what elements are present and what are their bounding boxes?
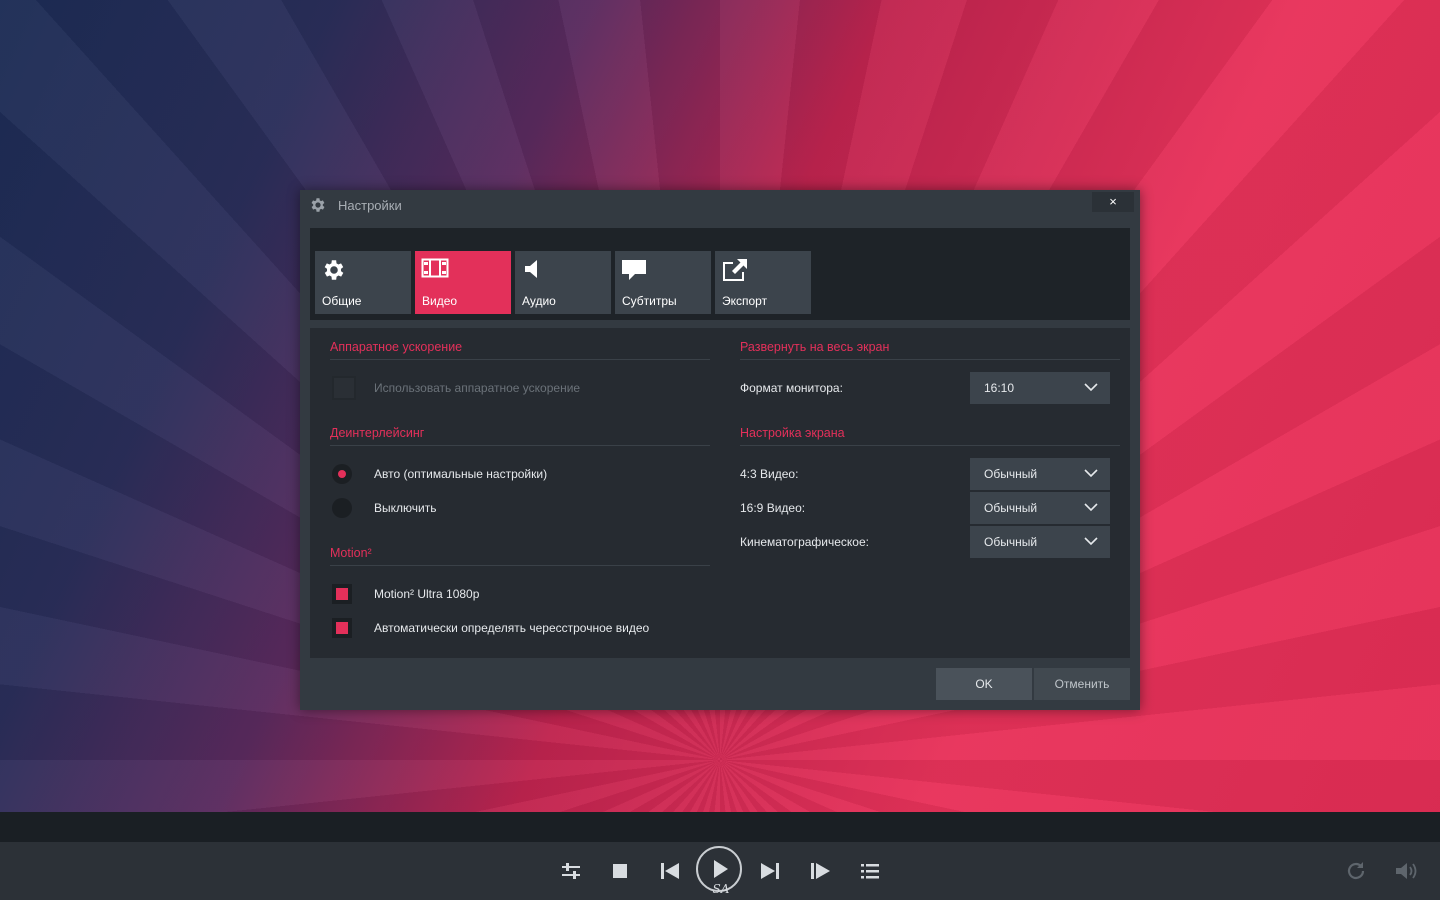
video-169-label: 16:9 Видео: bbox=[740, 501, 806, 515]
repeat-icon[interactable] bbox=[1343, 858, 1369, 884]
monitor-format-label: Формат монитора: bbox=[740, 381, 843, 395]
auto-interlace-checkbox[interactable] bbox=[332, 618, 352, 638]
dialog-title: Настройки bbox=[338, 198, 402, 213]
divider bbox=[740, 445, 1120, 446]
next-icon[interactable] bbox=[757, 858, 783, 884]
select-value: Обычный bbox=[984, 535, 1038, 549]
video-43-label: 4:3 Видео: bbox=[740, 467, 799, 481]
cinematic-select[interactable]: Обычный bbox=[970, 526, 1110, 558]
screen-setup-section-title: Настройка экрана bbox=[740, 426, 845, 440]
fullscreen-section-title: Развернуть на весь экран bbox=[740, 340, 890, 354]
chevron-down-icon bbox=[1084, 537, 1098, 546]
film-icon bbox=[421, 257, 449, 281]
chevron-down-icon bbox=[1084, 383, 1098, 392]
motion-section-title: Motion² bbox=[330, 546, 372, 560]
hw-accel-label: Использовать аппаратное ускорение bbox=[374, 381, 581, 395]
deint-auto-label: Авто (оптимальные настройки) bbox=[374, 467, 548, 481]
motion-ultra-label: Motion² Ultra 1080p bbox=[374, 587, 480, 601]
settings-dialog: Настройки × Общие Видео Аудио Субтитры Э… bbox=[300, 190, 1140, 710]
tab-label: Субтитры bbox=[622, 294, 677, 308]
frame-step-icon[interactable] bbox=[807, 858, 833, 884]
speech-bubble-icon bbox=[621, 257, 647, 281]
export-icon bbox=[721, 257, 747, 281]
play-button[interactable]: SA bbox=[696, 846, 742, 896]
settings-tabbar: Общие Видео Аудио Субтитры Экспорт bbox=[310, 228, 1130, 320]
tab-label: Экспорт bbox=[722, 294, 768, 308]
hw-accel-checkbox[interactable] bbox=[332, 376, 356, 400]
tab-label: Общие bbox=[322, 294, 362, 308]
divider bbox=[330, 565, 710, 566]
divider bbox=[330, 359, 710, 360]
deint-off-radio[interactable] bbox=[332, 498, 352, 518]
auto-interlace-label: Автоматически определять чересстрочное в… bbox=[374, 621, 650, 635]
deinterlacing-section-title: Деинтерлейсинг bbox=[330, 426, 425, 440]
video-43-select[interactable]: Обычный bbox=[970, 458, 1110, 490]
chevron-down-icon bbox=[1084, 469, 1098, 478]
cancel-button[interactable]: Отменить bbox=[1034, 668, 1130, 700]
ok-button[interactable]: OK bbox=[936, 668, 1032, 700]
tab-audio[interactable]: Аудио bbox=[515, 251, 611, 314]
divider bbox=[740, 359, 1120, 360]
deint-off-label: Выключить bbox=[374, 501, 437, 515]
tab-subtitles[interactable]: Субтитры bbox=[615, 251, 711, 314]
motion-ultra-checkbox[interactable] bbox=[332, 584, 352, 604]
seek-bar[interactable] bbox=[0, 812, 1440, 842]
gear-icon bbox=[309, 196, 327, 214]
close-button[interactable]: × bbox=[1092, 192, 1134, 212]
cinematic-label: Кинематографическое: bbox=[740, 535, 869, 549]
volume-icon[interactable] bbox=[1393, 858, 1419, 884]
tab-video[interactable]: Видео bbox=[415, 251, 511, 314]
gear-icon bbox=[321, 257, 347, 281]
select-value: 16:10 bbox=[984, 381, 1015, 395]
divider bbox=[330, 445, 710, 446]
equalizer-icon[interactable] bbox=[558, 858, 584, 884]
chevron-down-icon bbox=[1084, 503, 1098, 512]
speaker-icon bbox=[521, 257, 547, 281]
tab-label: Аудио bbox=[522, 294, 556, 308]
monitor-format-select[interactable]: 16:10 bbox=[970, 372, 1110, 404]
deint-auto-radio[interactable] bbox=[332, 464, 352, 484]
select-value: Обычный bbox=[984, 501, 1038, 515]
settings-content: Аппаратное ускорение Использовать аппара… bbox=[310, 328, 1130, 658]
dialog-titlebar[interactable]: Настройки × bbox=[300, 190, 1140, 220]
stop-icon[interactable] bbox=[607, 858, 633, 884]
select-value: Обычный bbox=[984, 467, 1038, 481]
playlist-icon[interactable] bbox=[857, 858, 883, 884]
tab-label: Видео bbox=[422, 294, 458, 308]
hw-accel-section-title: Аппаратное ускорение bbox=[330, 340, 463, 354]
video-169-select[interactable]: Обычный bbox=[970, 492, 1110, 524]
tab-general[interactable]: Общие bbox=[315, 251, 411, 314]
tab-export[interactable]: Экспорт bbox=[715, 251, 811, 314]
play-caption: SA bbox=[712, 882, 730, 896]
player-controls: SA bbox=[0, 842, 1440, 900]
previous-icon[interactable] bbox=[657, 858, 683, 884]
